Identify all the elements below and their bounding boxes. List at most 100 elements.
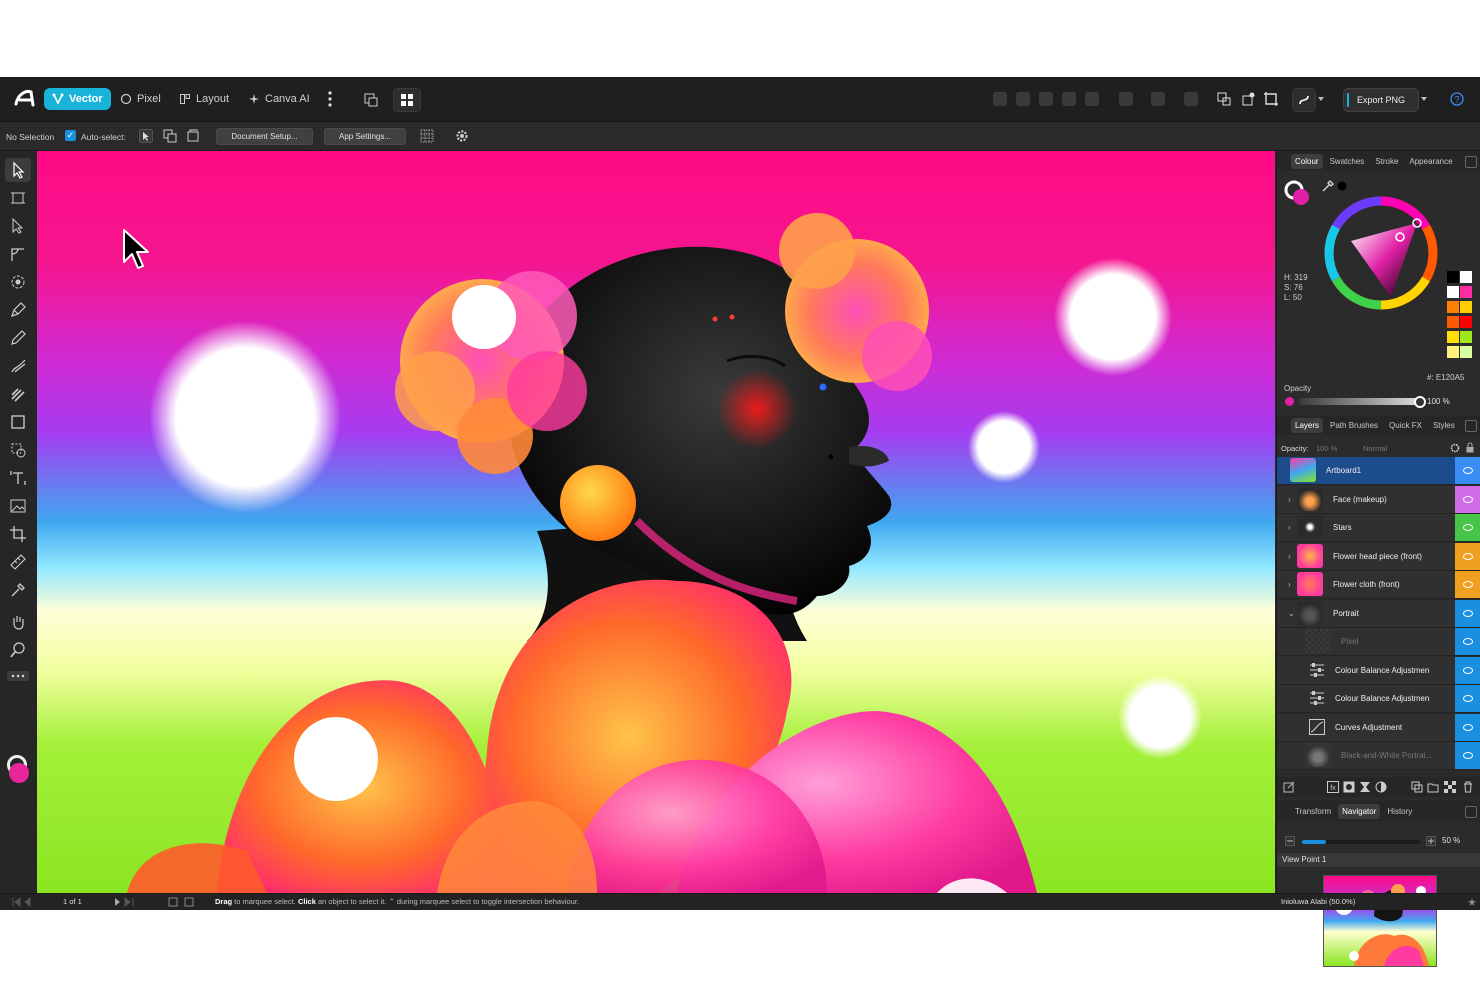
flip-icon[interactable] xyxy=(1151,92,1165,106)
layer-row[interactable]: Curves Adjustment xyxy=(1277,713,1480,742)
studio-link-button[interactable] xyxy=(357,88,385,112)
tab-appearance[interactable]: Appearance xyxy=(1405,154,1456,169)
layer-row[interactable]: › Flower cloth (front) xyxy=(1277,571,1480,599)
tab-layers[interactable]: Layers xyxy=(1291,417,1324,433)
more-tools[interactable] xyxy=(7,668,29,681)
auto-select-checkbox[interactable]: ✓ xyxy=(65,130,76,141)
hex-value[interactable]: #: E120A5 xyxy=(1427,373,1464,382)
chevron-down-icon[interactable] xyxy=(1318,97,1324,101)
swatch[interactable] xyxy=(1447,286,1459,298)
crop-tool[interactable] xyxy=(9,525,27,543)
opacity-slider-handle[interactable] xyxy=(1414,396,1426,408)
live-filter-icon[interactable] xyxy=(1375,781,1387,793)
layer-visibility-toggle[interactable] xyxy=(1455,542,1480,570)
layer-opacity-value[interactable]: 100 % xyxy=(1316,444,1337,453)
layer-visibility-toggle[interactable] xyxy=(1455,656,1480,684)
export-png-button[interactable]: Export PNG xyxy=(1343,88,1419,112)
zoom-in-icon[interactable] xyxy=(1426,836,1436,846)
artboard-tool[interactable] xyxy=(9,189,27,207)
persona-canva-ai-button[interactable]: Canva AI xyxy=(240,88,318,110)
swatch[interactable] xyxy=(1447,316,1459,328)
layer-row[interactable]: Pixel xyxy=(1277,628,1480,656)
node-tool[interactable] xyxy=(9,217,27,235)
opacity-slider[interactable] xyxy=(1299,398,1419,405)
swatch[interactable] xyxy=(1460,286,1472,298)
swatch[interactable] xyxy=(1447,331,1459,343)
mask-icon[interactable] xyxy=(1343,781,1355,793)
layer-visibility-toggle[interactable] xyxy=(1455,742,1480,769)
layer-visibility-toggle[interactable] xyxy=(1455,457,1480,484)
transform-origin-icon[interactable] xyxy=(1240,91,1256,107)
layer-row[interactable]: › Face (makeup) xyxy=(1277,485,1480,514)
panel-menu-chevron-icon[interactable] xyxy=(1465,156,1477,168)
layer-settings-gear-icon[interactable] xyxy=(1450,443,1460,453)
pencil-tool[interactable] xyxy=(9,329,27,347)
select-layers-icon[interactable] xyxy=(163,129,177,143)
swatch[interactable] xyxy=(1460,331,1472,343)
fill-stroke-wells-icon[interactable] xyxy=(1283,179,1313,209)
collapse-chevron-icon[interactable]: › xyxy=(1288,580,1291,589)
swatch[interactable] xyxy=(1460,316,1472,328)
place-image-tool[interactable] xyxy=(9,497,27,515)
tab-stroke[interactable]: Stroke xyxy=(1371,154,1402,169)
select-group-icon[interactable] xyxy=(186,129,200,143)
zoom-tool[interactable] xyxy=(9,641,27,659)
layer-visibility-toggle[interactable] xyxy=(1455,514,1480,541)
grid-options-icon[interactable] xyxy=(420,129,434,143)
settings-gear-icon[interactable] xyxy=(455,129,469,143)
navigator-preview-thumbnail[interactable] xyxy=(1323,875,1437,967)
tab-styles[interactable]: Styles xyxy=(1429,418,1459,433)
zoom-out-icon[interactable] xyxy=(1285,836,1295,846)
more-options-icon[interactable] xyxy=(325,90,335,108)
collapse-chevron-icon[interactable]: › xyxy=(1288,523,1291,532)
layer-row[interactable]: Colour Balance Adjustmen xyxy=(1277,656,1480,685)
tab-swatches[interactable]: Swatches xyxy=(1326,154,1369,169)
snapping-icon[interactable] xyxy=(1216,91,1232,107)
align-icon[interactable] xyxy=(1184,92,1198,106)
layer-visibility-toggle[interactable] xyxy=(1455,485,1480,513)
document-setup-button[interactable]: Document Setup... xyxy=(216,128,313,145)
app-settings-button[interactable]: App Settings... xyxy=(324,128,406,145)
vector-brush-tool[interactable] xyxy=(9,357,27,375)
layer-visibility-toggle[interactable] xyxy=(1455,628,1480,655)
move-tool[interactable] xyxy=(5,158,31,182)
eyedropper-icon[interactable] xyxy=(1321,179,1335,193)
tab-path-brushes[interactable]: Path Brushes xyxy=(1326,418,1382,433)
layer-visibility-toggle[interactable] xyxy=(1455,685,1480,712)
layer-row[interactable]: Colour Balance Adjustmen xyxy=(1277,685,1480,713)
intersect-shapes-icon[interactable] xyxy=(1039,92,1053,106)
pixel-layer-icon[interactable] xyxy=(1444,781,1456,793)
add-shapes-icon[interactable] xyxy=(993,92,1007,106)
rectangle-tool[interactable] xyxy=(9,413,27,431)
color-picker-tool[interactable] xyxy=(9,581,27,599)
fx-icon[interactable]: fx xyxy=(1327,781,1339,793)
crop-icon[interactable] xyxy=(1263,91,1279,107)
blend-mode-select[interactable]: Normal xyxy=(1363,444,1387,453)
swatch[interactable] xyxy=(1447,271,1459,283)
tab-history[interactable]: History xyxy=(1383,804,1416,819)
page-nav-back-icon[interactable] xyxy=(10,897,34,907)
collapse-chevron-icon[interactable]: › xyxy=(1288,495,1291,504)
black-swatch-icon[interactable] xyxy=(1337,181,1347,191)
trash-icon[interactable] xyxy=(1462,781,1474,793)
view-point-select[interactable]: View Point 1 xyxy=(1277,853,1480,867)
tab-navigator[interactable]: Navigator xyxy=(1338,803,1381,819)
page-nav-forward-icon[interactable] xyxy=(112,897,136,907)
group-icon[interactable] xyxy=(1411,781,1423,793)
divide-shapes-icon[interactable] xyxy=(1085,92,1099,106)
subtract-shapes-icon[interactable] xyxy=(1016,92,1030,106)
panel-menu-chevron-icon[interactable] xyxy=(1465,806,1477,818)
page-view-icons[interactable] xyxy=(168,897,196,907)
swatch[interactable] xyxy=(1447,301,1459,313)
edit-layer-icon[interactable] xyxy=(1283,781,1295,793)
persona-pixel-button[interactable]: Pixel xyxy=(112,88,169,110)
layer-visibility-toggle[interactable] xyxy=(1455,571,1480,598)
zoom-value[interactable]: 50 % xyxy=(1442,836,1460,845)
corner-tool[interactable] xyxy=(9,245,27,263)
swatch[interactable] xyxy=(1447,346,1459,358)
app-logo-icon[interactable] xyxy=(12,86,36,110)
persona-vector-button[interactable]: Vector xyxy=(44,88,111,110)
tab-transform[interactable]: Transform xyxy=(1291,804,1335,819)
tab-colour[interactable]: Colour xyxy=(1291,153,1323,169)
persona-layout-button[interactable]: Layout xyxy=(171,88,237,110)
